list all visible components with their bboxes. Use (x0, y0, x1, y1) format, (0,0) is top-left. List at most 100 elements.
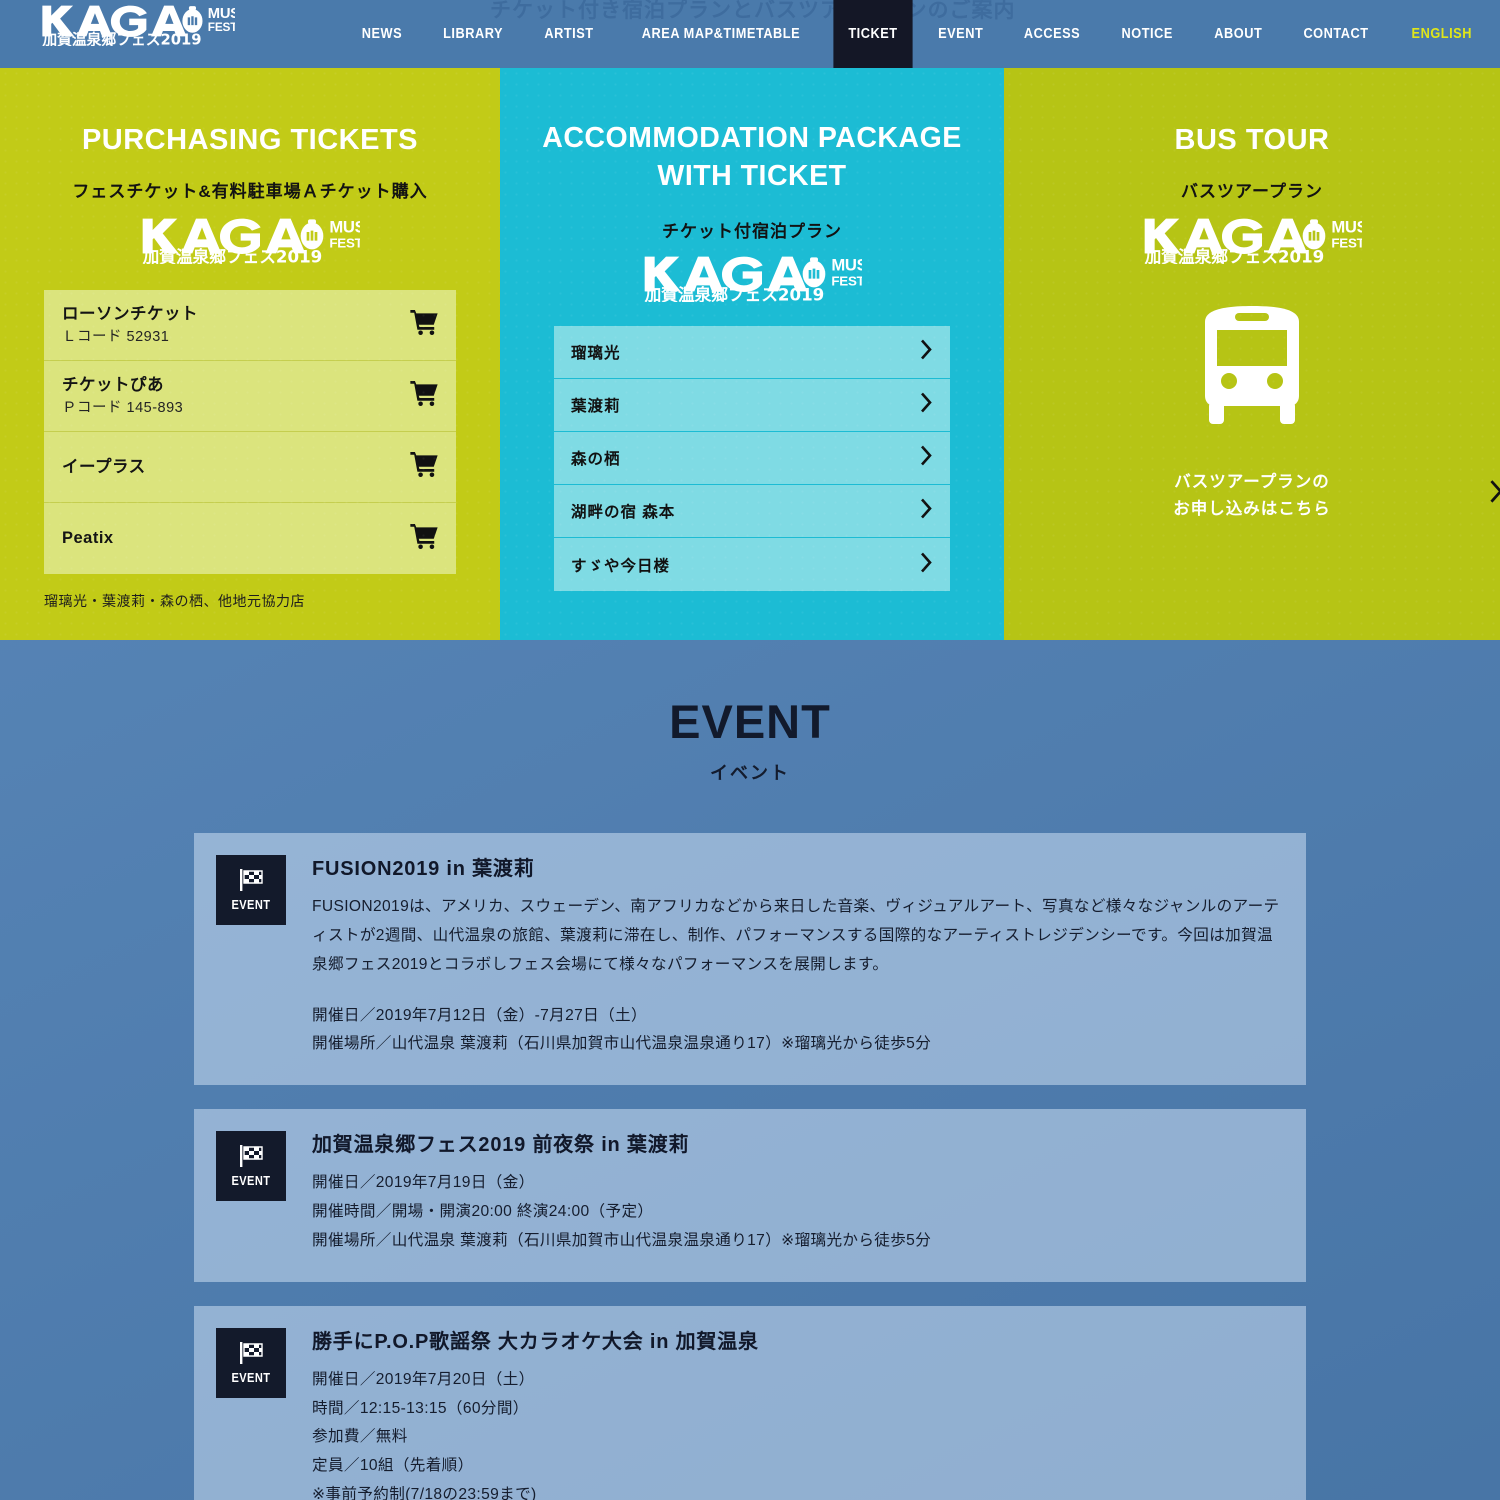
event-badge-label: EVENT (231, 1173, 271, 1189)
panel-bus-tour: BUS TOUR バスツアープラン MUSIC FESTIVAL 加賀温泉郷フェ… (1004, 68, 1500, 640)
ticket-vendor-name: ローソンチケット (62, 305, 198, 324)
ticket-panels: PURCHASING TICKETS フェスチケット&有料駐車場Ａチケット購入 … (0, 68, 1500, 640)
hotel-name: 森の栖 (571, 451, 621, 469)
hotel-name: 瑠璃光 (571, 345, 621, 363)
event-card-title: 勝手にP.O.P歌謡祭 大カラオケ大会 in 加賀温泉 (312, 1330, 759, 1353)
hotel-row-kohan-no-yado-morimoto[interactable]: 湖畔の宿 森本 (554, 485, 950, 539)
nav-item-event[interactable]: EVENT (923, 0, 998, 68)
bus-tour-title: BUS TOUR (1174, 124, 1330, 156)
event-badge-label: EVENT (231, 1369, 271, 1385)
kaga-music-festival-logo-icon: MUSIC FESTIVAL 加賀温泉郷フェス2019 (41, 5, 263, 49)
nav-item-news[interactable]: NEWS (347, 0, 417, 68)
chevron-right-icon (919, 498, 933, 525)
ticket-vendor-code: Ｌコード 52931 (62, 328, 170, 345)
kaga-logo-icon-left: MUSIC FESTIVAL 加賀温泉郷フェス2019 (142, 218, 360, 264)
cart-icon (410, 381, 438, 411)
event-card-body: FUSION2019 in 葉渡莉 FUSION2019は、アメリカ、スウェーデ… (286, 855, 1282, 1059)
nav-item-english[interactable]: ENGLISH (1397, 0, 1493, 68)
ticket-vendor-name: チケットぴあ (62, 376, 164, 395)
hotel-row-morinosu[interactable]: 森の栖 (554, 432, 950, 486)
ticket-row-eplus[interactable]: イープラス (44, 432, 456, 504)
ticket-row-peatix[interactable]: Peatix (44, 503, 456, 574)
checkered-flag-icon (240, 1145, 263, 1168)
bus-tour-cta[interactable]: バスツアープランの お申し込みはこちら (1062, 469, 1500, 523)
nav-item-artist[interactable]: ARTIST (529, 0, 608, 68)
purchasing-title: PURCHASING TICKETS (81, 124, 419, 156)
svg-text:FESTIVAL: FESTIVAL (208, 20, 235, 34)
bus-cta-line1: バスツアープランの (1174, 473, 1330, 492)
cart-icon (410, 523, 438, 554)
nav-item-contact[interactable]: CONTACT (1289, 0, 1384, 68)
event-badge-label: EVENT (231, 897, 271, 912)
event-card-title: 加賀温泉郷フェス2019 前夜祭 in 葉渡莉 (312, 1134, 690, 1157)
checkered-flag-icon (240, 1341, 263, 1364)
chevron-right-icon (919, 339, 933, 366)
ticket-vendor-name: イープラス (62, 457, 146, 476)
cart-icon (410, 310, 438, 340)
svg-text:FESTIVAL: FESTIVAL (831, 274, 862, 289)
svg-text:MUSIC: MUSIC (831, 256, 862, 275)
purchasing-subtitle: フェスチケット&有料駐車場Ａチケット購入 (72, 182, 428, 202)
svg-text:加賀温泉郷フェス2019: 加賀温泉郷フェス2019 (644, 285, 825, 302)
ticket-row-pia[interactable]: チケットぴあ Ｐコード 145-893 (44, 361, 456, 433)
hotel-list: 瑠璃光 葉渡莉 森の栖 湖畔の宿 森本 すゞや今日楼 (554, 326, 950, 592)
site-header: チケット付き宿泊プランとバスツアープランのご案内 MUSIC FESTIVAL … (0, 0, 1500, 68)
checkered-flag-icon (240, 869, 263, 891)
svg-text:MUSIC: MUSIC (329, 218, 360, 237)
event-card-meta: 開催日／2019年7月19日（金） 開催時間／開場・開演20:00 終演24:0… (312, 1174, 932, 1249)
event-section-subtitle: イベント (710, 763, 790, 783)
event-section-title: EVENT (669, 695, 831, 748)
ticket-vendor-code: Ｐコード 145-893 (62, 399, 184, 416)
chevron-right-icon (919, 392, 933, 419)
event-card[interactable]: EVENT 加賀温泉郷フェス2019 前夜祭 in 葉渡莉 開催日／2019年7… (194, 1109, 1306, 1282)
svg-text:FESTIVAL: FESTIVAL (1331, 236, 1362, 251)
event-badge: EVENT (216, 1327, 286, 1398)
panel-accommodation-package: ACCOMMODATION PACKAGE WITH TICKET チケット付宿… (500, 68, 1004, 640)
svg-text:MUSIC: MUSIC (1331, 218, 1362, 237)
accommodation-title: ACCOMMODATION PACKAGE WITH TICKET (500, 120, 1004, 195)
kaga-logo-icon-mid: MUSIC FESTIVAL 加賀温泉郷フェス2019 (644, 256, 862, 302)
bus-tour-subtitle: バスツアープラン (1181, 182, 1323, 202)
svg-text:加賀温泉郷フェス2019: 加賀温泉郷フェス2019 (1144, 247, 1325, 264)
accommodation-title-line2: WITH TICKET (657, 159, 847, 192)
kaga-logo-icon-right: MUSIC FESTIVAL 加賀温泉郷フェス2019 (1144, 218, 1362, 264)
nav-item-ticket[interactable]: TICKET (833, 0, 913, 68)
hotel-name: 湖畔の宿 森本 (571, 504, 676, 522)
nav-item-area-map-timetable[interactable]: AREA MAP&TIMETABLE (627, 0, 815, 68)
purchasing-note: 瑠璃光・葉渡莉・森の栖、他地元協力店 (44, 593, 305, 610)
nav-item-notice[interactable]: NOTICE (1107, 0, 1188, 68)
event-card[interactable]: EVENT 勝手にP.O.P歌謡祭 大カラオケ大会 in 加賀温泉 開催日／20… (194, 1305, 1306, 1500)
hotel-name: すゞや今日楼 (571, 557, 671, 575)
cart-icon (410, 452, 438, 482)
svg-text:加賀温泉郷フェス2019: 加賀温泉郷フェス2019 (41, 31, 201, 46)
ticket-vendor-name: Peatix (62, 529, 114, 548)
accommodation-subtitle: チケット付宿泊プラン (662, 222, 842, 242)
ticket-vendor-list: ローソンチケット Ｌコード 52931 チケットぴあ Ｐコード 145-893 (44, 290, 456, 575)
event-card-meta: 開催日／2019年7月20日（土） 時間／12:15-13:15（60分間） 参… (312, 1370, 537, 1500)
event-badge: EVENT (216, 855, 286, 925)
event-card-description: FUSION2019は、アメリカ、スウェーデン、南アフリカなどから来日した音楽、… (312, 898, 1280, 973)
chevron-right-icon (919, 445, 933, 472)
svg-text:加賀温泉郷フェス2019: 加賀温泉郷フェス2019 (142, 247, 323, 264)
event-card[interactable]: EVENT FUSION2019 in 葉渡莉 FUSION2019は、アメリカ… (194, 833, 1306, 1086)
accommodation-title-line1: ACCOMMODATION PACKAGE (542, 122, 962, 154)
bus-icon (1205, 306, 1299, 425)
nav-item-about[interactable]: ABOUT (1199, 0, 1277, 68)
event-card-title: FUSION2019 in 葉渡莉 (312, 858, 535, 880)
chevron-right-icon (919, 551, 933, 578)
nav-item-library[interactable]: LIBRARY (428, 0, 518, 68)
chevron-right-icon (1488, 479, 1500, 514)
nav-item-access[interactable]: ACCESS (1009, 0, 1095, 68)
svg-text:FESTIVAL: FESTIVAL (329, 236, 360, 251)
bus-icon-wrapper (1004, 300, 1500, 435)
event-badge: EVENT (216, 1131, 286, 1202)
site-logo[interactable]: MUSIC FESTIVAL 加賀温泉郷フェス2019 (40, 3, 263, 51)
hotel-row-suzuya-kyororou[interactable]: すゞや今日楼 (554, 538, 950, 591)
ticket-row-lawson[interactable]: ローソンチケット Ｌコード 52931 (44, 290, 456, 362)
hotel-row-rurikou[interactable]: 瑠璃光 (554, 326, 950, 380)
event-card-body: 加賀温泉郷フェス2019 前夜祭 in 葉渡莉 開催日／2019年7月19日（金… (286, 1131, 1282, 1256)
hotel-name: 葉渡莉 (571, 398, 621, 416)
hotel-row-hatori[interactable]: 葉渡莉 (554, 379, 950, 433)
event-card-body: 勝手にP.O.P歌謡祭 大カラオケ大会 in 加賀温泉 開催日／2019年7月2… (286, 1328, 1282, 1500)
event-section: EVENT イベント EVENT FUSION2019 in 葉渡莉 FUSIO… (0, 640, 1500, 1500)
